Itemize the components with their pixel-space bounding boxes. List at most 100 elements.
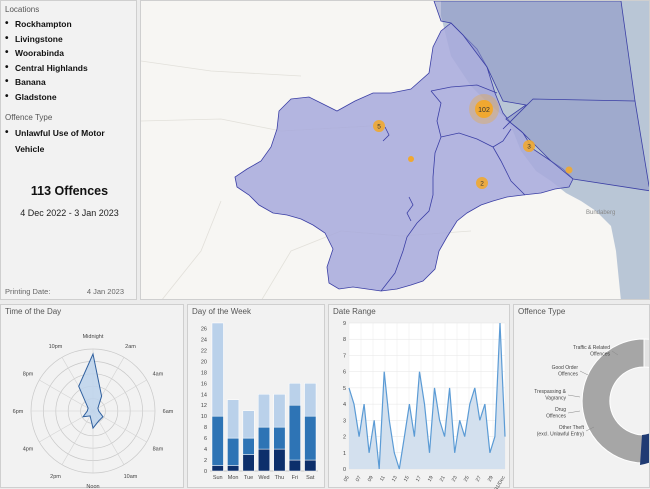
map-canvas[interactable]: 102 5 3 2 Bundaberg [141, 1, 650, 300]
bar-segment [273, 426, 286, 450]
location-item: Livingstone [5, 32, 136, 47]
y-tick-label: 8 [204, 425, 207, 431]
bar-segment [288, 459, 301, 472]
x-tick-label: 09 [367, 475, 375, 483]
offence-list: Unlawful Use of Motor Vehicle [5, 125, 133, 157]
incident-marker[interactable] [565, 166, 573, 174]
printing-date-label: Printing Date: [5, 287, 51, 296]
x-tick-label: Mon [228, 475, 239, 481]
date-range-panel: Date Range 0 1 2 3 4 5 6 7 8 9 05 07 09 11 13 15 17 19 21 2… [328, 304, 510, 489]
incident-marker[interactable] [408, 156, 414, 162]
y-tick-label: 4 [204, 447, 207, 453]
y-tick-label: 3 [343, 418, 346, 424]
cluster-label: 5 [377, 124, 381, 131]
bar-segment [304, 415, 317, 461]
date-range-chart: 012345678905 07 09 11 13 15 17 19 21 23 25 27 2931/D… [343, 321, 507, 489]
cluster-marker[interactable]: 3 [523, 140, 535, 152]
slice-label: Good Order [552, 365, 579, 371]
cluster-marker[interactable]: 5 [373, 120, 385, 132]
bar-segment [242, 454, 255, 472]
radar-tick-label: 4pm [23, 447, 34, 453]
radar-tick-label: Noon [86, 484, 99, 489]
y-tick-label: 18 [201, 370, 207, 376]
offence-type-label: Offence Type [5, 112, 53, 122]
place-label: Bundaberg [586, 210, 615, 216]
locations-list: Rockhampton Livingstone Woorabinda Centr… [5, 17, 136, 105]
x-tick-label: 21 [439, 475, 447, 483]
bar-segment [227, 465, 240, 472]
bar-segment [304, 459, 317, 472]
x-tick-label: 31/Dec [494, 475, 507, 489]
location-item: Woorabinda [5, 46, 136, 61]
x-tick-label: 29 [487, 475, 495, 483]
donut-slice [581, 338, 649, 464]
radar-tick-label: 10pm [49, 344, 63, 350]
donut-slice [643, 338, 649, 368]
leader-line [567, 410, 581, 414]
x-tick-label: 05 [343, 475, 351, 483]
cluster-label: 3 [527, 144, 531, 151]
cluster-marker[interactable]: 2 [476, 177, 488, 189]
radar-tick-label: Midnight [83, 334, 104, 340]
y-tick-label: 26 [201, 326, 207, 332]
bar-segment [288, 383, 301, 406]
slice-label: Offences [546, 414, 566, 420]
bar-segment [273, 448, 286, 472]
x-tick-label: Wed [258, 475, 269, 481]
slice-label: Drug [555, 407, 566, 413]
offence-item: Unlawful Use of Motor Vehicle [5, 125, 133, 157]
map-view[interactable]: 102 5 3 2 Bundaberg [140, 0, 650, 300]
time-of-day-chart: Midnight 2am 4am 6am 8am 10am Noon 2pm 4pm 6pm 8pm… [13, 334, 174, 489]
radar-tick-label: 6am [163, 409, 174, 415]
x-tick-label: 15 [403, 475, 411, 483]
slice-label: Offences [590, 352, 610, 358]
y-tick-label: 22 [201, 348, 207, 354]
slice-label: Other Theft [559, 425, 585, 431]
offence-type-chart: Traffic & RelatedOffencesGood OrderOffen… [534, 338, 649, 465]
location-item: Banana [5, 75, 136, 90]
y-tick-label: 2 [204, 458, 207, 464]
x-tick-label: 11 [379, 475, 387, 483]
location-item: Gladstone [5, 90, 136, 105]
x-tick-label: Tue [244, 475, 253, 481]
cluster-label: 102 [478, 107, 490, 114]
filter-summary-panel: Locations Rockhampton Livingstone Woorab… [0, 0, 137, 300]
cluster-label: 2 [480, 181, 484, 188]
x-tick-label: Thu [275, 475, 284, 481]
slice-label: Offences [558, 372, 578, 378]
y-tick-label: 20 [201, 359, 207, 365]
y-tick-label: 1 [343, 451, 346, 457]
location-item: Rockhampton [5, 17, 136, 32]
bar-segment [273, 394, 286, 428]
locations-label: Locations [5, 5, 40, 14]
total-offences: 113 Offences [30, 184, 109, 198]
bar-segment [304, 383, 317, 417]
y-tick-label: 8 [343, 337, 346, 343]
slice-label: (excl. Unlawful Entry) [537, 432, 585, 438]
y-tick-label: 6 [343, 370, 346, 376]
y-tick-label: 5 [343, 386, 346, 392]
bar-segment [227, 399, 240, 439]
x-tick-label: 07 [355, 475, 363, 483]
radar-tick-label: 4am [153, 372, 164, 378]
x-tick-label: 27 [475, 475, 483, 483]
y-tick-label: 0 [204, 469, 207, 475]
x-tick-label: Sun [213, 475, 223, 481]
x-tick-label: 23 [451, 475, 459, 483]
bar-segment [242, 410, 255, 439]
printing-date-value: 4 Jan 2023 [86, 287, 124, 296]
radar-tick-label: 2pm [50, 474, 61, 480]
bar-segment [211, 322, 224, 417]
y-tick-label: 7 [343, 353, 346, 359]
cluster-marker[interactable]: 102 [469, 94, 499, 124]
slice-label: Trespassing & [534, 389, 566, 395]
y-tick-label: 6 [204, 436, 207, 442]
slice-label: Vagrancy [545, 396, 566, 402]
y-tick-label: 14 [201, 392, 207, 398]
radar-axis [61, 410, 94, 465]
time-of-day-panel: Time of the Day Midnight 2am 4am 6am 8am 10am… [0, 304, 184, 489]
y-tick-label: 16 [201, 381, 207, 387]
radar-tick-label: 6pm [13, 409, 24, 415]
bar-segment [211, 465, 224, 472]
y-tick-label: 2 [343, 435, 346, 441]
